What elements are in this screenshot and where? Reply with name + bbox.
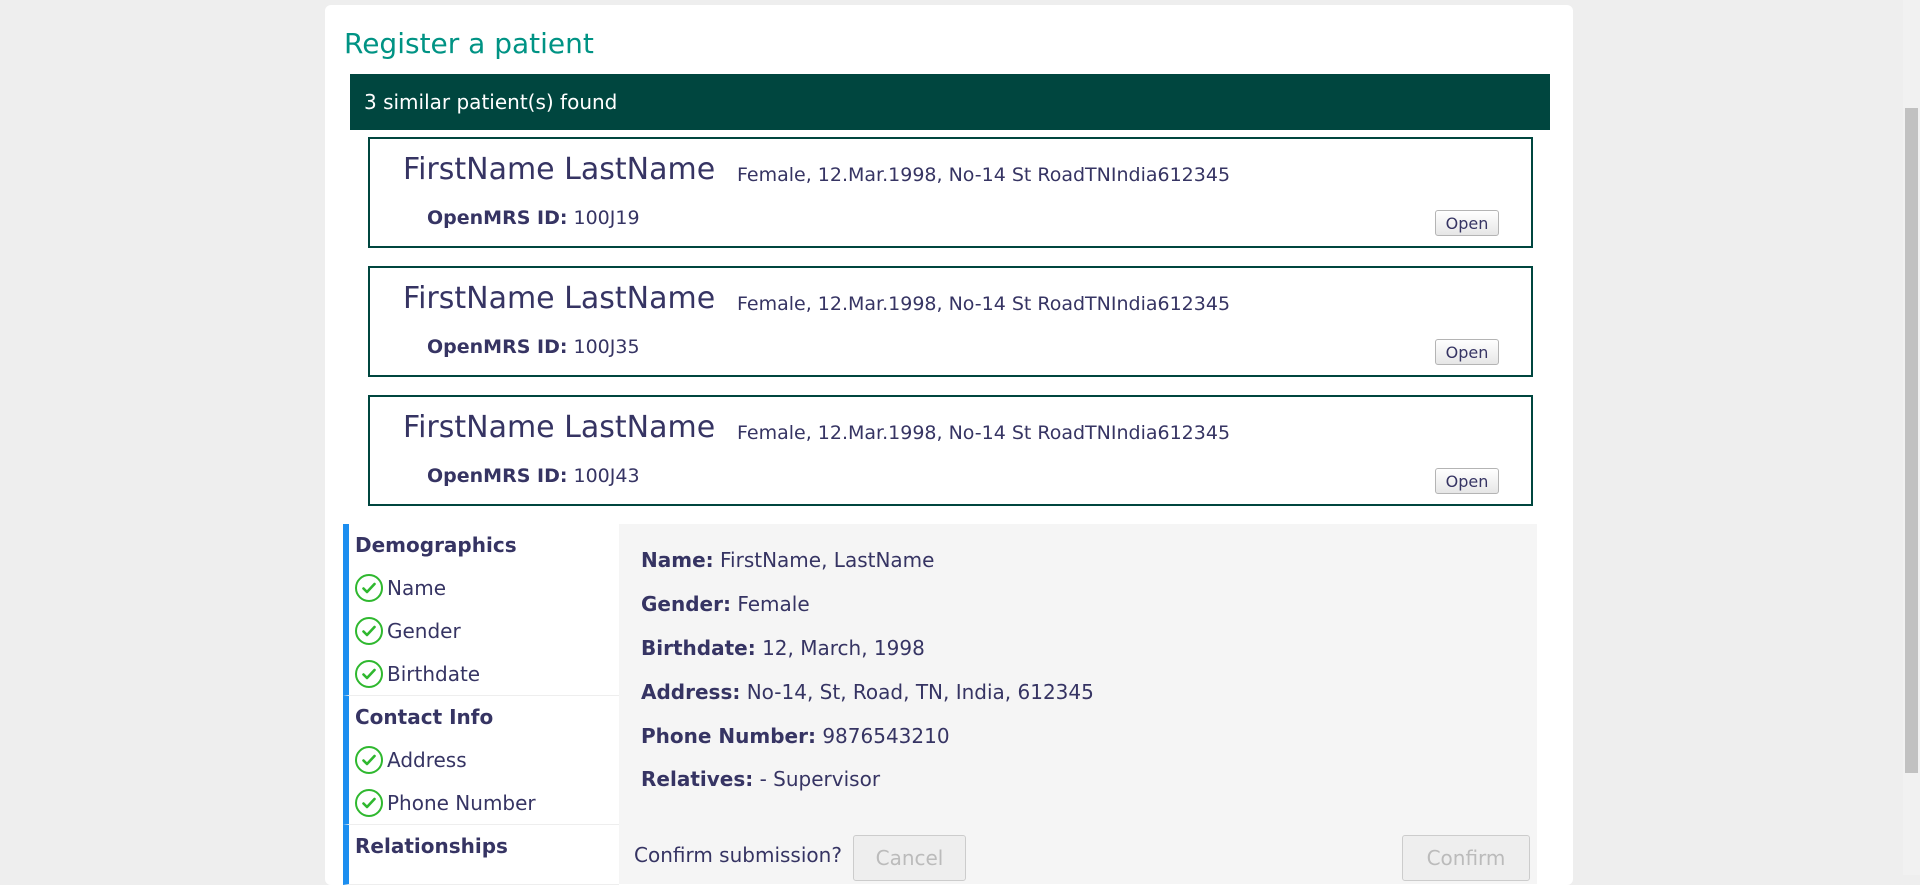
patient-name: FirstName LastName [403,152,716,187]
patient-id: OpenMRS ID: 100J19 [427,207,640,229]
similar-patients-banner: 3 similar patient(s) found [350,74,1550,130]
patient-id-label: OpenMRS ID: [427,465,568,487]
field-value: FirstName, LastName [720,548,935,572]
open-patient-button[interactable]: Open [1435,468,1499,494]
check-circle-icon [355,659,383,688]
check-circle-icon [355,616,383,645]
step-label: Address [387,747,467,772]
field-label: Name: [641,548,714,572]
field-value: - Supervisor [759,767,881,791]
section-title-demographics[interactable]: Demographics [355,524,619,566]
scrollbar-thumb[interactable] [1905,108,1918,773]
step-label: Name [387,575,447,600]
patient-id-value: 100J35 [573,336,640,358]
patient-id: OpenMRS ID: 100J43 [427,465,640,487]
field-value: 9876543210 [822,724,950,748]
section-demographics: Demographics Name Gender Birthdate [343,524,619,696]
summary-gender: Gender: Female [641,592,810,616]
similar-patient-card: FirstName LastName Female, 12.Mar.1998, … [368,137,1533,248]
patient-name: FirstName LastName [403,281,716,316]
check-circle-icon [355,788,383,817]
section-title-contact-info[interactable]: Contact Info [355,696,619,738]
step-label: Phone Number [387,790,536,815]
open-patient-button[interactable]: Open [1435,210,1499,236]
patient-id-value: 100J19 [573,207,640,229]
patient-id-value: 100J43 [573,465,640,487]
patient-id-label: OpenMRS ID: [427,207,568,229]
cancel-button[interactable]: Cancel [853,835,966,881]
field-value: 12, March, 1998 [762,636,925,660]
summary-address: Address: No-14, St, Road, TN, India, 612… [641,680,1094,704]
check-circle-icon [355,745,383,774]
summary-relatives: Relatives: - Supervisor [641,767,880,791]
form-navigation: Demographics Name Gender Birthdate Conta… [343,524,619,885]
field-label: Gender: [641,592,731,616]
vertical-scrollbar[interactable] [1903,0,1920,875]
field-label: Phone Number: [641,724,816,748]
step-label: Gender [387,618,461,643]
page-container: Register a patient 3 similar patient(s) … [325,5,1573,885]
patient-id: OpenMRS ID: 100J35 [427,336,640,358]
field-label: Birthdate: [641,636,756,660]
page-title: Register a patient [344,27,594,60]
similar-patients-list: FirstName LastName Female, 12.Mar.1998, … [368,137,1533,524]
similar-patient-card: FirstName LastName Female, 12.Mar.1998, … [368,266,1533,377]
section-relationships: Relationships [343,825,619,885]
similar-patient-card: FirstName LastName Female, 12.Mar.1998, … [368,395,1533,506]
confirm-button[interactable]: Confirm [1402,835,1530,881]
summary-birthdate: Birthdate: 12, March, 1998 [641,636,925,660]
field-label: Relatives: [641,767,754,791]
section-contact-info: Contact Info Address Phone Number [343,696,619,825]
step-label: Birthdate [387,661,481,686]
confirm-submission-label: Confirm submission? [634,843,842,867]
patient-name: FirstName LastName [403,410,716,445]
summary-name: Name: FirstName, LastName [641,548,934,572]
confirmation-summary: Name: FirstName, LastName Gender: Female… [619,524,1537,884]
patient-details: Female, 12.Mar.1998, No-14 St RoadTNIndi… [737,293,1231,315]
summary-phone-number: Phone Number: 9876543210 [641,724,950,748]
step-birthdate[interactable]: Birthdate [355,652,619,695]
check-circle-icon [355,573,383,602]
field-value: Female [737,592,810,616]
patient-id-label: OpenMRS ID: [427,336,568,358]
step-address[interactable]: Address [355,738,619,781]
step-name[interactable]: Name [355,566,619,609]
patient-details: Female, 12.Mar.1998, No-14 St RoadTNIndi… [737,422,1231,444]
section-title-relationships[interactable]: Relationships [355,825,619,867]
open-patient-button[interactable]: Open [1435,339,1499,365]
step-gender[interactable]: Gender [355,609,619,652]
patient-details: Female, 12.Mar.1998, No-14 St RoadTNIndi… [737,164,1231,186]
step-phone-number[interactable]: Phone Number [355,781,619,824]
field-value: No-14, St, Road, TN, India, 612345 [746,680,1094,704]
field-label: Address: [641,680,741,704]
